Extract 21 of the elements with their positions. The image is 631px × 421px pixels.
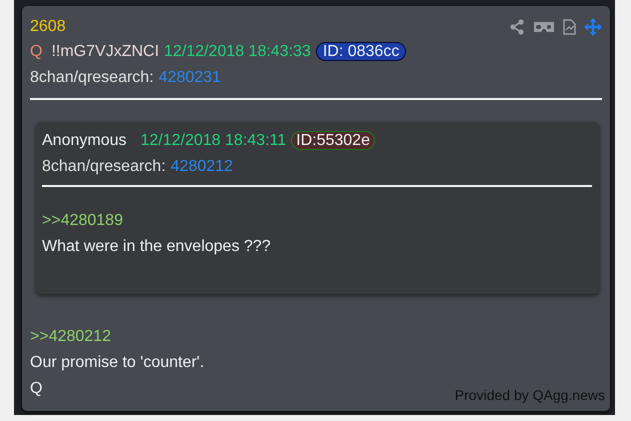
post-link[interactable]: 4280212 (170, 158, 233, 175)
id-badge: ID: 0836cc (316, 42, 406, 61)
reply-link[interactable]: >>4280189 (42, 208, 123, 234)
board-label: 8chan/qresearch: (42, 158, 166, 175)
document-icon[interactable] (563, 19, 576, 35)
share-icon[interactable] (509, 19, 525, 35)
post-text: What were in the envelopes ??? (42, 237, 271, 257)
timestamp: 12/12/2018 18:43:33 (164, 43, 311, 60)
reply-link[interactable]: >>4280212 (30, 324, 111, 350)
author-name: Q (30, 43, 42, 60)
post-text: Q (30, 379, 42, 399)
id-badge: ID:55302e (291, 131, 375, 150)
tripcode: !!mG7VJxZNCI (51, 43, 160, 60)
board-label: 8chan/qresearch: (30, 69, 154, 86)
move-icon[interactable] (584, 18, 602, 36)
timestamp: 12/12/2018 18:43:11 (140, 132, 286, 149)
post-text: Our promise to 'counter'. (30, 353, 204, 373)
credit-text: Provided by QAgg.news (454, 387, 605, 403)
goggles-icon[interactable] (533, 20, 555, 34)
post-number: 2608 (30, 18, 66, 36)
author-name: Anonymous (42, 132, 126, 149)
